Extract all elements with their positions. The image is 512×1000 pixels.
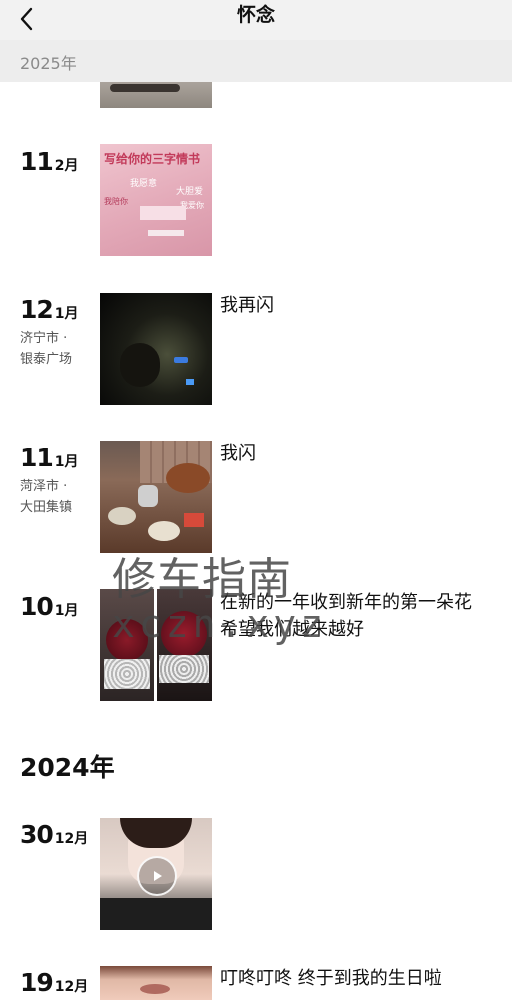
navigation-bar: 怀念 xyxy=(0,0,512,40)
entry-date: 30 12月 xyxy=(20,820,89,849)
play-icon[interactable] xyxy=(137,856,177,896)
entry-caption: 叮咚叮咚 终于到我的生日啦 xyxy=(220,968,442,989)
sticky-year-label: 2025年 xyxy=(20,54,77,73)
photo-thumbnail[interactable] xyxy=(100,589,154,701)
entry-date: 19 12月 xyxy=(20,968,89,997)
photo-thumbnail[interactable] xyxy=(100,441,212,553)
entry-date: 10 1月 xyxy=(20,592,79,621)
card-line: 我愿意 xyxy=(130,179,158,189)
year-heading: 2024年 xyxy=(20,753,115,782)
entry-date: 12 1月 xyxy=(20,295,79,324)
photo-thumbnail[interactable]: 写给你的三字情书 我愿意 大胆爱 我陪你 我爱你 xyxy=(100,144,212,256)
entry-date: 11 2月 xyxy=(20,147,79,176)
card-title-text: 写给你的三字情书 xyxy=(104,152,201,166)
photo-thumbnail[interactable] xyxy=(100,966,212,1000)
entry-location: 济宁市 · 银泰广场 xyxy=(20,331,73,367)
entry-caption: 我闪 xyxy=(220,443,256,464)
entry-caption: 我再闪 xyxy=(220,295,274,316)
entry-caption: 在新的一年收到新年的第一朵花 希望我们越来越好 xyxy=(220,592,472,640)
page-title: 怀念 xyxy=(236,4,275,26)
timeline-content: 11 2月 写给你的三字情书 我愿意 大胆爱 我陪你 我爱你 12 1月 济宁市 ·… xyxy=(0,0,512,1000)
video-thumbnail[interactable] xyxy=(100,818,212,930)
photo-thumbnail[interactable] xyxy=(157,589,212,701)
card-line: 我陪你 xyxy=(104,197,128,206)
photo-thumbnail[interactable] xyxy=(100,293,212,405)
card-line: 大胆爱 xyxy=(176,187,204,197)
entry-location: 菏泽市 · 大田集镇 xyxy=(20,479,73,515)
entry-date: 11 1月 xyxy=(20,443,79,472)
sticky-year-header: 2025年 xyxy=(0,40,512,82)
